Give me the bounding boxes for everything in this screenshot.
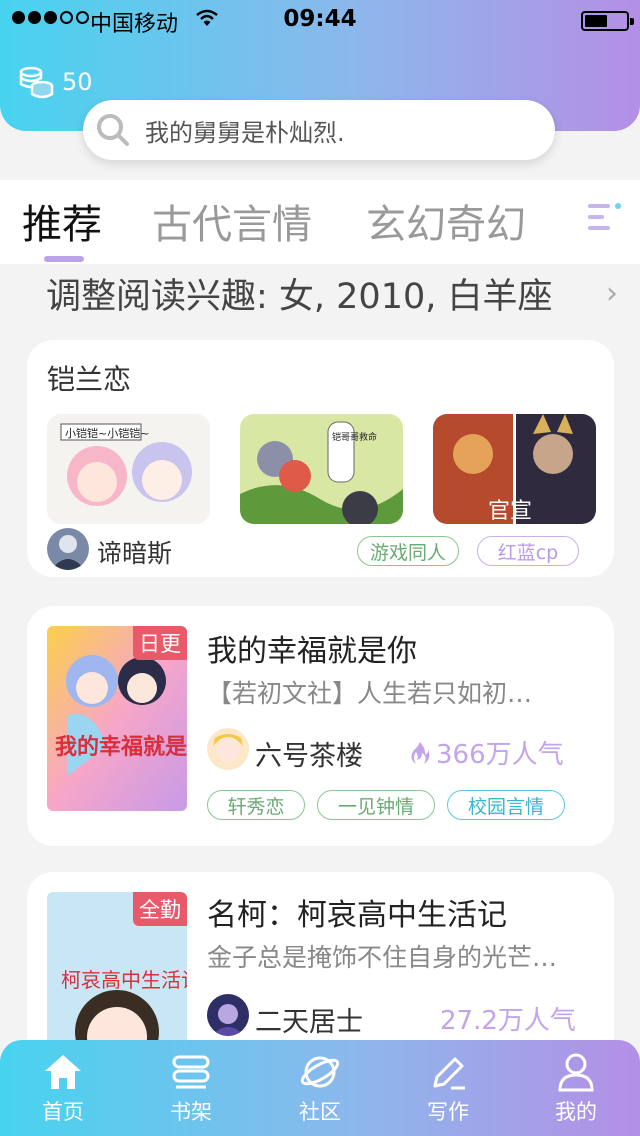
tab-fantasy[interactable]: 玄幻奇幻: [366, 192, 526, 250]
more-categories-icon[interactable]: [586, 198, 626, 238]
topic-title: 铠兰恋: [47, 363, 132, 396]
tag[interactable]: 一见钟情: [317, 790, 435, 820]
clock: 09:44: [283, 6, 357, 32]
tab-ancient-romance[interactable]: 古代言情: [152, 192, 312, 250]
chevron-right-icon: ›: [606, 276, 618, 311]
book-cover[interactable]: 柯哀高中生活记 全勤: [47, 892, 187, 1040]
popularity: 366万人气: [410, 734, 564, 771]
nav-label: 书架: [170, 1100, 212, 1124]
thumbnail-caption: 铠哥哥救命: [332, 431, 377, 443]
cover-title: 我的幸福就是你: [55, 734, 187, 760]
pen-icon: [433, 1057, 465, 1090]
bottom-navigation: 首页 书架 社区 写作 我的: [0, 1040, 640, 1136]
topic-author[interactable]: 谛暗斯: [97, 534, 172, 570]
popularity-count: 27.2万人气: [440, 1006, 576, 1036]
nav-label: 社区: [299, 1100, 341, 1124]
nav-label: 我的: [555, 1100, 597, 1124]
nav-home[interactable]: 首页: [13, 1052, 113, 1126]
topic-thumbnail[interactable]: 铠哥哥救命: [240, 414, 403, 524]
search-bar[interactable]: 我的舅舅是朴灿烈.: [83, 100, 555, 160]
topic-card[interactable]: 铠兰恋 小铠铠~小铠铠~ 铠哥哥救命 官宣 谛暗斯 游戏同人 红蓝cp: [27, 340, 614, 577]
full-attendance-badge: 全勤: [133, 892, 187, 926]
book-card[interactable]: 我的幸福就是你 日更 我的幸福就是你 【若初文社】人生若只如初… 六号茶楼 36…: [27, 606, 614, 846]
topic-thumbnail[interactable]: 官宣: [433, 414, 596, 524]
daily-update-badge: 日更: [133, 626, 187, 660]
reading-interest-link[interactable]: 调整阅读兴趣: 女, 2010, 白羊座: [46, 268, 553, 319]
coins-icon: [19, 66, 54, 99]
nav-label: 写作: [427, 1100, 469, 1124]
topic-thumbnail[interactable]: 小铠铠~小铠铠~: [47, 414, 210, 524]
nav-label: 首页: [42, 1100, 84, 1124]
book-title[interactable]: 我的幸福就是你: [207, 626, 417, 670]
book-cover[interactable]: 我的幸福就是你 日更: [47, 626, 187, 811]
book-description: 金子总是掩饰不住自身的光芒…: [207, 943, 558, 972]
tag[interactable]: 红蓝cp: [477, 536, 579, 566]
bookshelf-icon: [172, 1055, 210, 1089]
flame-icon: [411, 741, 430, 764]
thumbnail-caption: 官宣: [488, 499, 532, 524]
coin-count: 50: [62, 68, 93, 96]
nav-write[interactable]: 写作: [398, 1052, 498, 1126]
nav-community[interactable]: 社区: [270, 1052, 370, 1126]
coin-balance[interactable]: 50: [18, 64, 93, 100]
book-author[interactable]: 二天居士: [255, 1000, 363, 1039]
cover-title: 柯哀高中生活记: [61, 968, 187, 992]
planet-icon: [300, 1056, 340, 1088]
active-tab-indicator: [44, 256, 84, 262]
popularity-count: 366万人气: [436, 740, 564, 770]
search-icon: [97, 114, 129, 146]
thumbnail-caption: 小铠铠~小铠铠~: [65, 426, 149, 440]
search-placeholder: 我的舅舅是朴灿烈.: [145, 118, 345, 147]
home-icon: [45, 1055, 81, 1089]
nav-bookshelf[interactable]: 书架: [141, 1052, 241, 1126]
tag[interactable]: 校园言情: [447, 790, 565, 820]
tag[interactable]: 轩秀恋: [207, 790, 305, 820]
book-author[interactable]: 六号茶楼: [255, 734, 363, 773]
avatar[interactable]: [207, 994, 249, 1036]
category-tabs: 推荐 古代言情 玄幻奇幻: [0, 180, 640, 264]
avatar[interactable]: [47, 528, 89, 570]
user-icon: [558, 1053, 594, 1092]
popularity: 27.2万人气: [440, 1000, 576, 1037]
avatar[interactable]: [207, 728, 249, 770]
status-bar: 中国移动 09:44: [0, 0, 640, 40]
battery-icon: [581, 11, 634, 31]
tag[interactable]: 游戏同人: [357, 536, 459, 566]
book-title[interactable]: 名柯：柯哀高中生活记: [207, 890, 507, 934]
book-description: 【若初文社】人生若只如初…: [207, 679, 533, 708]
nav-profile[interactable]: 我的: [526, 1052, 626, 1126]
tab-recommend[interactable]: 推荐: [22, 192, 102, 250]
